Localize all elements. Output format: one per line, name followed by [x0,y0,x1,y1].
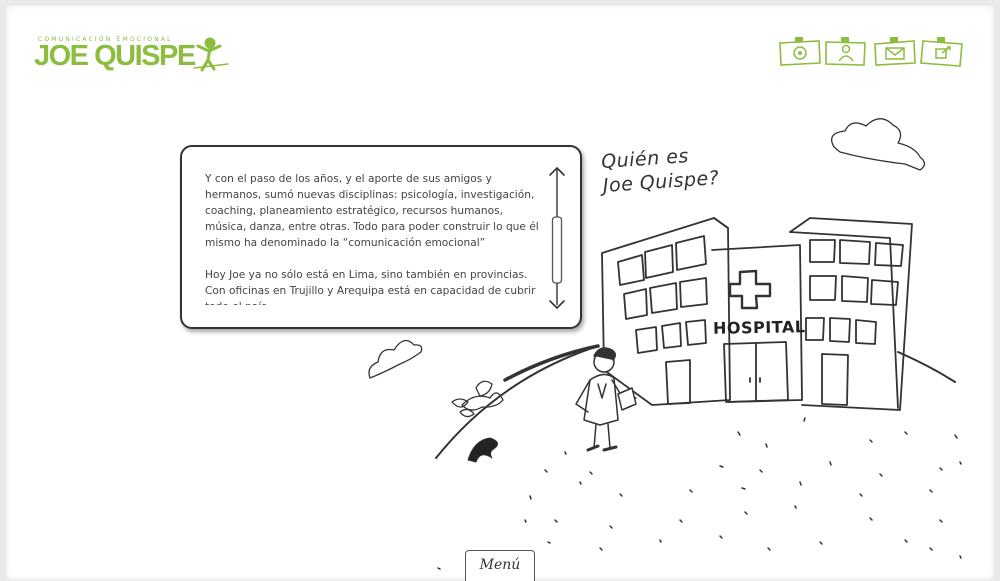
nav-share[interactable] [920,36,964,68]
bio-textbox: Y con el paso de los años, y el aporte d… [180,145,582,329]
nav-contact[interactable] [873,36,917,68]
logo-figure-icon [193,37,229,72]
bio-text-scroll-area[interactable]: Y con el paso de los años, y el aporte d… [205,171,539,305]
share-icon [920,37,963,67]
logo[interactable]: COMUNICACIÓN EMOCIONAL JOE QUISPE [34,36,234,76]
envelope-icon [874,37,916,66]
bio-paragraph: Y con el paso de los años, y el aporte d… [205,173,539,249]
scrollbar[interactable] [547,163,567,313]
nav-home[interactable] [778,36,822,68]
nav-about[interactable] [824,36,868,68]
page-heading: Quién es Joe Quispe? [600,142,720,198]
top-nav [778,36,968,70]
logo-name: JOE QUISPE [34,40,196,72]
scroll-thumb [551,216,563,284]
hospital-sign: HOSPITAL [712,317,806,338]
bio-paragraph: Hoy Joe ya no sólo está en Lima, sino ta… [205,269,536,305]
menu-button[interactable]: Menú [465,550,535,581]
person-icon [825,37,866,66]
menu-label: Menú [479,557,521,573]
home-icon [779,37,821,66]
